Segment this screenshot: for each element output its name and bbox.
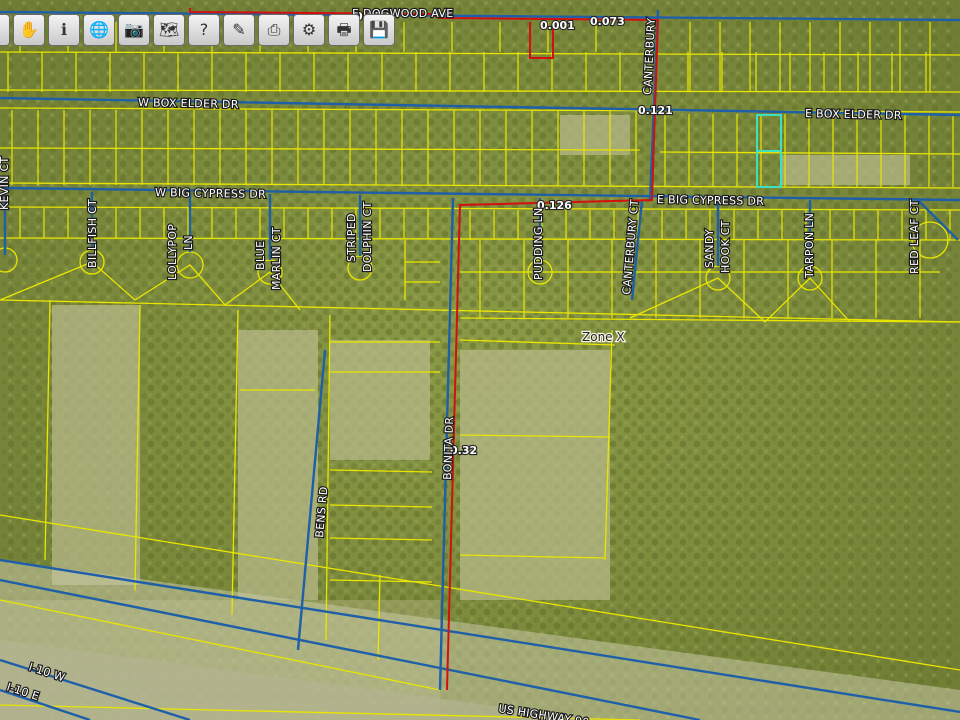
label-e-box-elder: E BOX ELDER DR xyxy=(805,107,902,122)
identify-icon: ℹ xyxy=(60,20,68,39)
label-kevin-ct: KEVIN CT xyxy=(0,157,11,210)
map-canvas[interactable]: 0.237 0.001 0.073 0.121 0.126 0.32 E DOG… xyxy=(0,0,960,720)
label-w-big-cypress: W BIG CYPRESS DR xyxy=(155,186,266,201)
draw-button[interactable]: ✎ xyxy=(223,14,255,46)
pencil-icon: ✎ xyxy=(232,20,246,39)
map-toolbar: ✋ ℹ 🌐 📷 🗺? ✎ ⎙ ⚙ 🖶 💾 xyxy=(0,14,395,46)
save-button[interactable]: 💾 xyxy=(363,14,395,46)
label-bonita-dr: BONITA DR xyxy=(441,416,456,480)
camera-button[interactable]: 📷 xyxy=(118,14,150,46)
label-lollypop: LOLLYPOP xyxy=(166,224,179,280)
label-marlin-ct: MARLIN CT xyxy=(270,227,283,290)
map-view[interactable]: 0.237 0.001 0.073 0.121 0.126 0.32 E DOG… xyxy=(0,0,960,720)
toolbar-edge xyxy=(0,14,10,46)
help-button[interactable]: ? xyxy=(188,14,220,46)
print-icon: 🖶 xyxy=(336,20,352,39)
label-e-big-cypress: E BIG CYPRESS DR xyxy=(657,193,764,208)
camera-icon: 📷 xyxy=(124,20,144,39)
map-layers-button[interactable]: 🗺 xyxy=(153,14,185,46)
measure-label-4: 0.121 xyxy=(638,104,673,117)
map-icon: 🗺 xyxy=(158,20,180,39)
print-map-button[interactable]: ⎙ xyxy=(258,14,290,46)
label-lollypop-ln: LN xyxy=(182,235,195,250)
globe-icon: 🌐 xyxy=(89,20,109,39)
save-icon: 💾 xyxy=(369,20,389,39)
label-striped: STRIPED xyxy=(345,213,358,262)
measure-label-2: 0.001 xyxy=(540,19,575,32)
question-icon: ? xyxy=(199,20,209,39)
printer-icon: ⎙ xyxy=(267,20,281,39)
label-sandy: SANDY xyxy=(703,229,716,268)
label-blue: BLUE xyxy=(254,241,267,270)
pan-tool-button[interactable]: ✋ xyxy=(13,14,45,46)
select-button[interactable]: ⚙ xyxy=(293,14,325,46)
label-w-box-elder: W BOX ELDER DR xyxy=(138,96,239,111)
label-tarpon-ln: TARPON LN xyxy=(803,213,816,279)
label-red-leaf-ct: RED LEAF CT xyxy=(908,199,921,274)
pan-icon: ✋ xyxy=(19,20,39,39)
label-hook-ct: HOOK CT xyxy=(719,220,732,273)
label-pudding-ln: PUDDING LN xyxy=(532,208,545,280)
select-icon: ⚙ xyxy=(301,20,317,39)
label-dolphin-ct: DOLPHIN CT xyxy=(361,201,374,272)
identify-button[interactable]: ℹ xyxy=(48,14,80,46)
measure-label-3: 0.073 xyxy=(590,15,625,28)
label-billfish-ct: BILLFISH CT xyxy=(86,199,99,268)
flood-zone-label: Zone X xyxy=(582,330,625,344)
print-button[interactable]: 🖶 xyxy=(328,14,360,46)
globe-button[interactable]: 🌐 xyxy=(83,14,115,46)
